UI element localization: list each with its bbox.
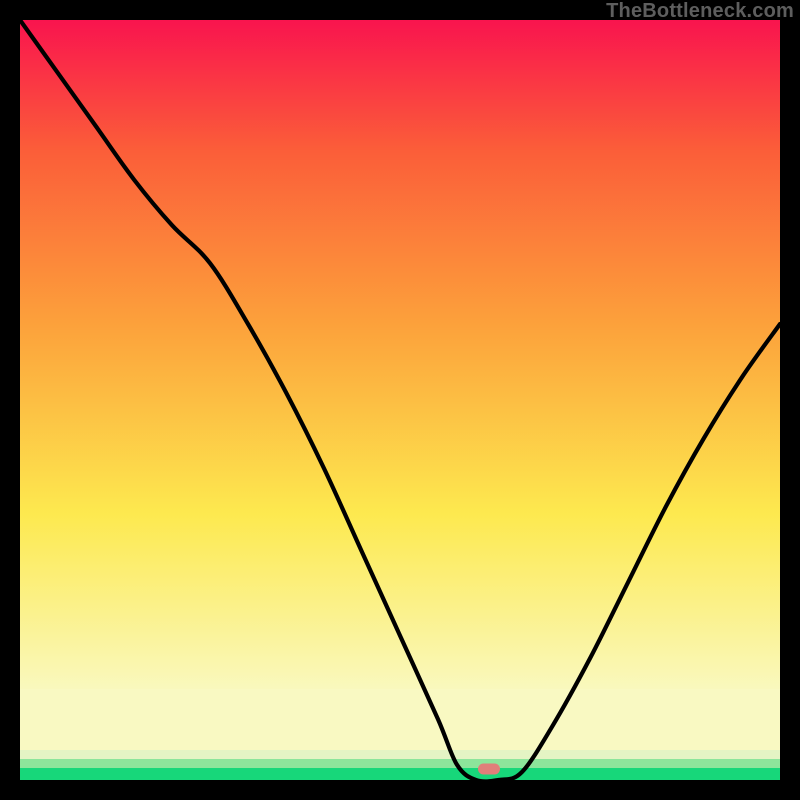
optimal-marker <box>478 763 500 774</box>
watermark-text: TheBottleneck.com <box>606 0 794 23</box>
bottleneck-curve <box>20 20 780 780</box>
plot-area <box>20 20 780 780</box>
chart-stage: TheBottleneck.com <box>0 0 800 800</box>
